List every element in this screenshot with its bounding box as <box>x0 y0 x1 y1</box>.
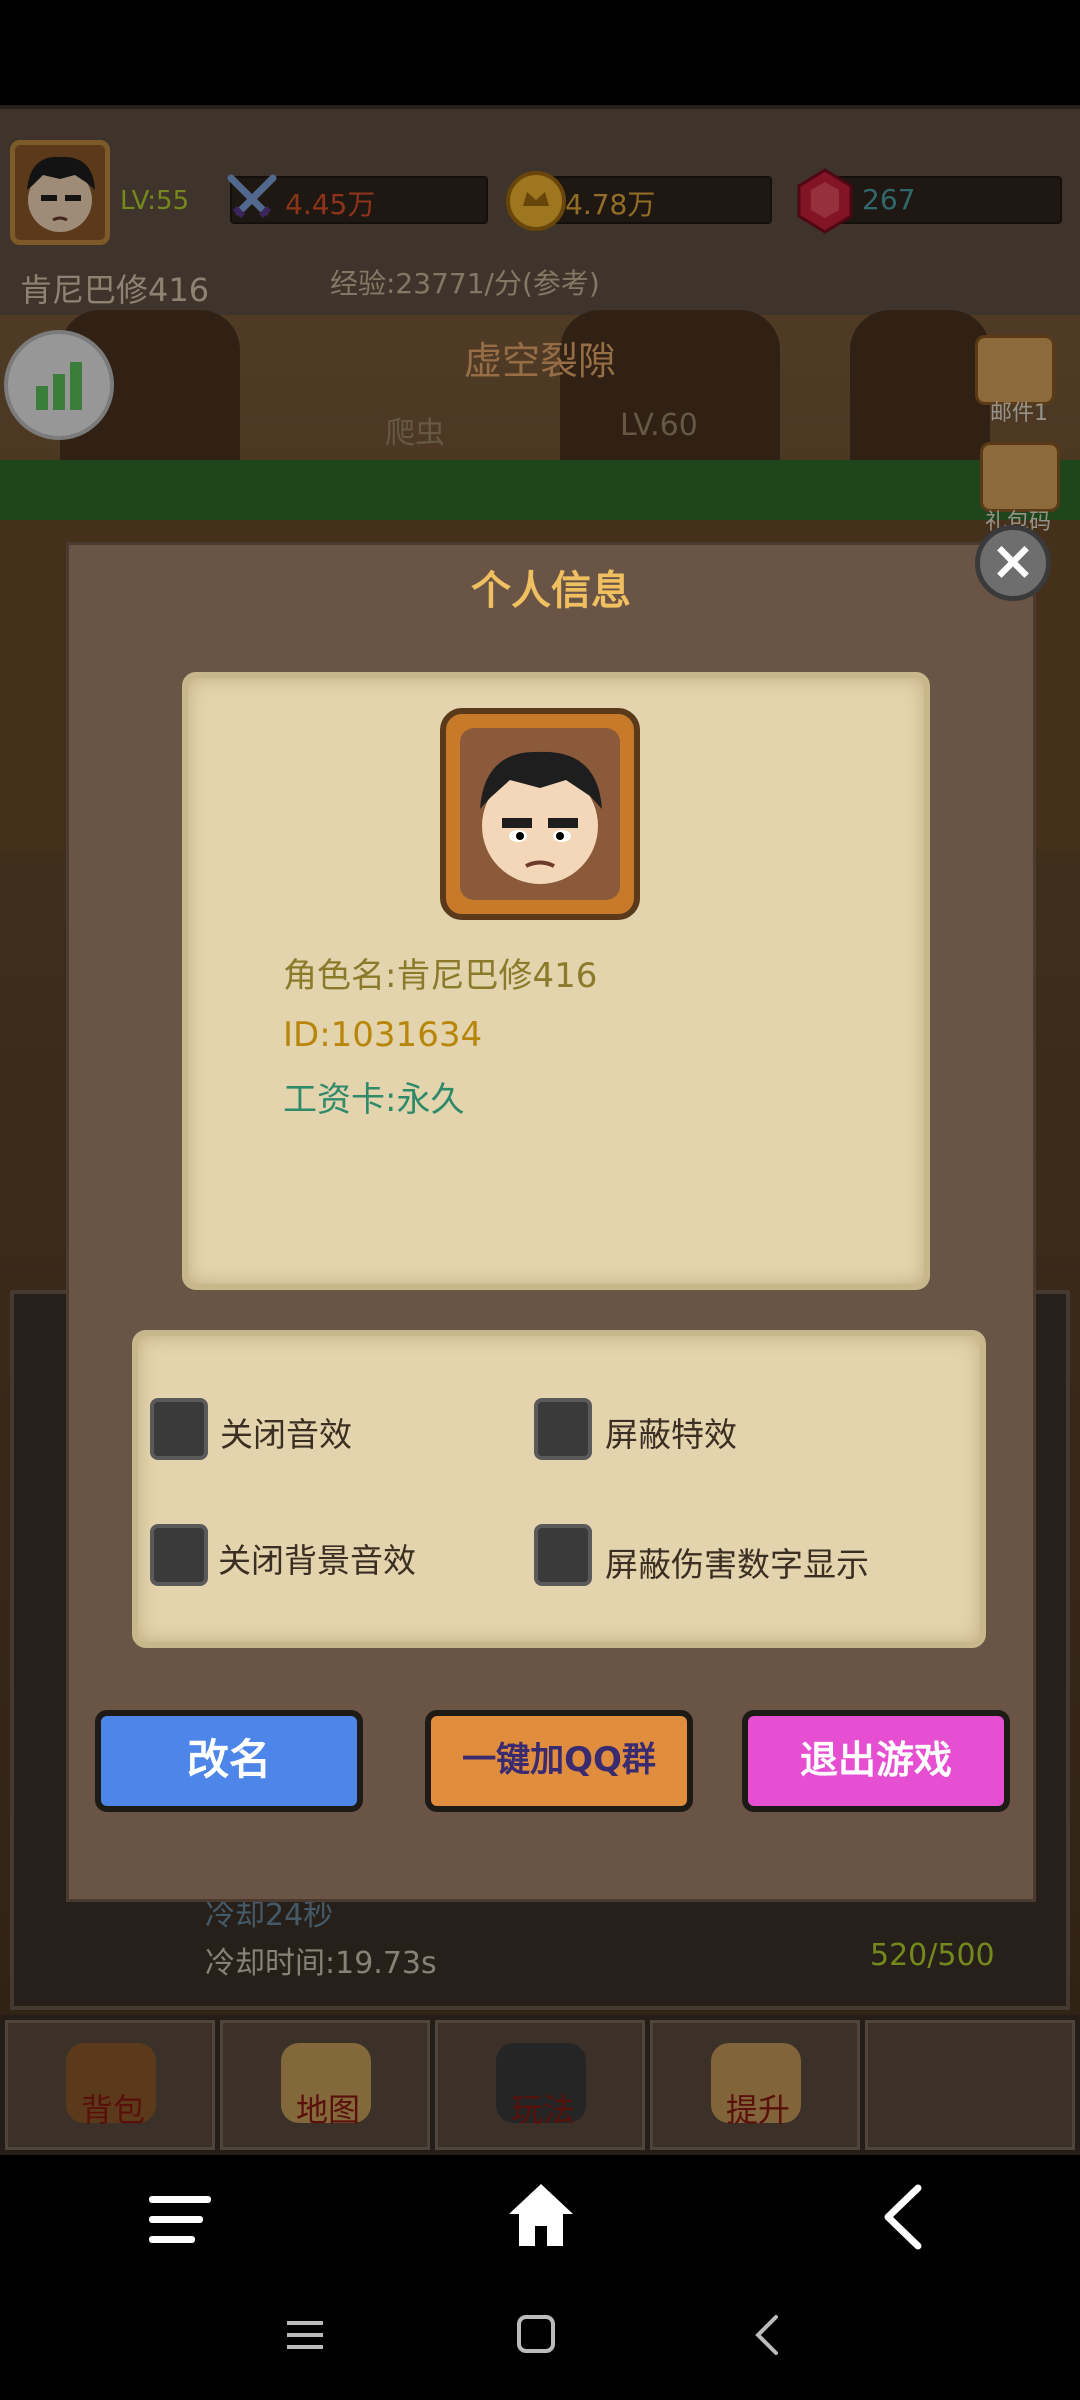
checkbox-mute-bgm[interactable] <box>150 1524 208 1586</box>
checkbox-mute-sfx[interactable] <box>150 1398 208 1460</box>
settings-card <box>132 1330 986 1648</box>
hide-damage-numbers-label: 屏蔽伤害数字显示 <box>605 1545 869 1584</box>
recents-icon[interactable] <box>285 2315 325 2359</box>
system-back-icon[interactable] <box>752 2313 782 2361</box>
home-icon[interactable] <box>505 2180 577 2254</box>
exit-game-button[interactable]: 退出游戏 <box>742 1710 1010 1812</box>
mute-sfx-label: 关闭音效 <box>220 1415 352 1454</box>
rename-button[interactable]: 改名 <box>95 1710 363 1812</box>
role-name: 角色名:肯尼巴修416 <box>283 956 598 996</box>
dialog-title: 个人信息 <box>471 568 631 614</box>
status-bar <box>0 0 1080 105</box>
back-icon[interactable] <box>880 2182 924 2256</box>
profile-avatar <box>440 708 640 920</box>
close-button[interactable]: × <box>975 525 1051 601</box>
checkbox-hide-effects[interactable] <box>534 1398 592 1460</box>
mute-bgm-label: 关闭背景音效 <box>218 1541 416 1580</box>
salary-card: 工资卡:永久 <box>283 1080 465 1120</box>
player-id: ID:1031634 <box>283 1015 483 1055</box>
system-home-icon[interactable] <box>515 2313 557 2359</box>
menu-icon[interactable] <box>145 2190 215 2254</box>
join-qq-group-button[interactable]: 一键加QQ群 <box>425 1710 693 1812</box>
close-icon: × <box>990 529 1036 592</box>
hide-effects-label: 屏蔽特效 <box>605 1415 737 1454</box>
checkbox-hide-damage-numbers[interactable] <box>534 1524 592 1586</box>
